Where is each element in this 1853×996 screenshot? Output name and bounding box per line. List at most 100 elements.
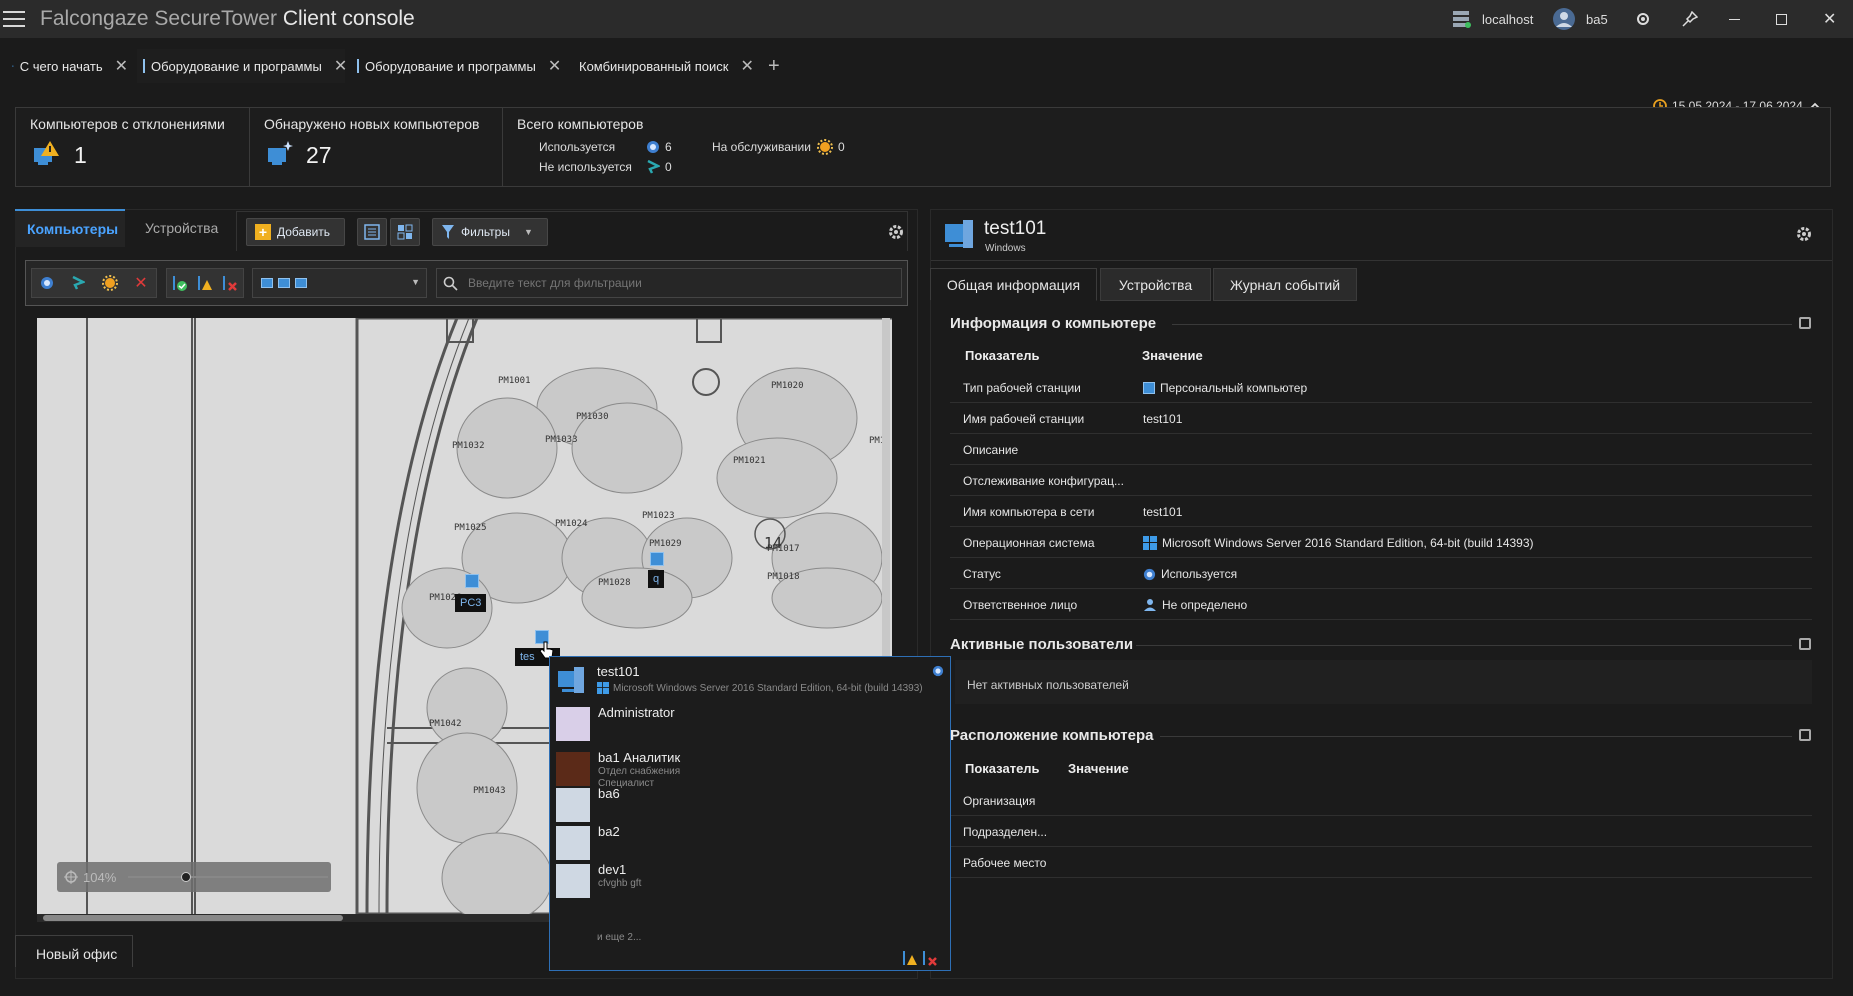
pin-button[interactable] xyxy=(1682,0,1698,38)
room-label: PM1001 xyxy=(498,376,531,386)
windows-icon xyxy=(597,682,609,694)
minimize-button[interactable] xyxy=(1729,0,1740,38)
tab-hardware-1[interactable]: Оборудование и программы ✕ xyxy=(137,49,347,83)
info-value: Персональный компьютер xyxy=(1143,381,1307,395)
section-title-active-users: Активные пользователи xyxy=(950,636,1134,653)
popup-user-name: ba6 xyxy=(598,786,620,801)
search-input[interactable] xyxy=(466,275,901,291)
scroll-thumb[interactable] xyxy=(43,915,343,921)
info-row: Статус Используется xyxy=(950,558,1812,589)
zoom-slider-handle[interactable] xyxy=(181,872,191,882)
gear-icon[interactable] xyxy=(1795,225,1813,243)
warning-icon xyxy=(903,951,917,965)
tab-strip: С чего начать ✕ Оборудование и программы… xyxy=(0,49,1853,83)
server-type-icon xyxy=(295,278,307,288)
tab-label: Оборудование и программы xyxy=(365,58,536,74)
room-label: PM1030 xyxy=(576,412,609,422)
tab-getting-started[interactable]: С чего начать ✕ xyxy=(6,49,134,83)
close-tab-icon[interactable]: ✕ xyxy=(334,56,347,76)
add-button[interactable]: + Добавить xyxy=(246,218,345,246)
list-view-button[interactable] xyxy=(357,218,387,246)
person-unknown-icon xyxy=(1144,599,1156,611)
popup-user-name: ba2 xyxy=(598,824,620,839)
gear-icon[interactable] xyxy=(887,223,905,241)
location-row: Подразделен... xyxy=(950,816,1812,847)
tab-label: Комбинированный поиск xyxy=(579,58,729,74)
info-value-text: Не определено xyxy=(1162,598,1248,612)
not-used-filter-icon[interactable] xyxy=(71,276,85,290)
tab-event-log[interactable]: Журнал событий xyxy=(1213,268,1357,301)
copy-icon[interactable] xyxy=(1799,317,1811,329)
tab-devices-right[interactable]: Устройства xyxy=(1100,268,1211,301)
tab-devices[interactable]: Устройства xyxy=(133,209,230,247)
tab-computers[interactable]: Компьютеры xyxy=(15,209,125,247)
summary-title: Компьютеров с отклонениями xyxy=(30,116,225,132)
popup-more-link[interactable]: и еще 2... xyxy=(597,932,641,943)
in-use-icon xyxy=(647,141,659,153)
room-label: PM1042 xyxy=(429,719,462,729)
avatar-icon xyxy=(1553,8,1575,30)
summary-title: Всего компьютеров xyxy=(517,116,644,132)
tab-hardware-2[interactable]: Оборудование и программы ✕ xyxy=(351,49,561,83)
office-tab[interactable]: Новый офис xyxy=(15,935,133,967)
marker-label: q xyxy=(648,570,665,588)
filters-button[interactable]: Фильтры ▼ xyxy=(432,218,548,246)
in-use-icon xyxy=(932,665,944,677)
user-indicator[interactable]: ba5 xyxy=(1552,0,1608,38)
room-label: 14 xyxy=(764,534,783,552)
summary-deviations[interactable]: Компьютеров с отклонениями 1 xyxy=(16,108,250,186)
room-label: PM1021 xyxy=(733,456,766,466)
error-icon xyxy=(923,951,937,966)
popup-user-department: Отдел снабжения xyxy=(598,766,681,777)
maintenance-filter-icon[interactable] xyxy=(101,275,118,291)
server-indicator[interactable]: localhost xyxy=(1452,0,1533,38)
error-filter-icon[interactable] xyxy=(222,275,238,291)
avatar xyxy=(556,864,590,898)
summary-value: 27 xyxy=(306,142,332,168)
popup-user-name: dev1 xyxy=(598,862,627,877)
tab-general-info[interactable]: Общая информация xyxy=(930,268,1097,301)
tab-label: С чего начать xyxy=(19,58,103,74)
chevron-down-icon[interactable]: ▼ xyxy=(524,227,533,237)
tab-combined-search[interactable]: Комбинированный поиск ✕ xyxy=(567,49,757,83)
in-use-filter-icon[interactable] xyxy=(40,276,54,290)
summary-new-computers[interactable]: Обнаружено новых компьютеров 27 xyxy=(250,108,503,186)
copy-icon[interactable] xyxy=(1799,638,1811,650)
list-view-icon xyxy=(364,224,380,240)
settings-button[interactable] xyxy=(1635,0,1651,38)
new-tab-button[interactable]: + xyxy=(762,49,792,83)
zoom-control[interactable]: 104% xyxy=(57,862,331,892)
close-window-button[interactable]: ✕ xyxy=(1823,0,1836,38)
close-tab-icon[interactable]: ✕ xyxy=(741,56,754,76)
type-filter-dropdown[interactable]: ▼ xyxy=(252,268,427,298)
info-value-text: Персональный компьютер xyxy=(1160,381,1308,395)
computer-icon xyxy=(558,667,584,693)
map-view-button[interactable] xyxy=(390,218,420,246)
close-tab-icon[interactable]: ✕ xyxy=(548,56,561,76)
computer-os-short: Windows xyxy=(985,243,1026,254)
info-row: Имя рабочей станции test101 xyxy=(950,403,1812,434)
location-key: Рабочее место xyxy=(963,856,1047,870)
filter-search xyxy=(436,268,902,298)
menu-icon[interactable] xyxy=(0,8,26,30)
location-row: Рабочее место xyxy=(950,847,1812,878)
info-row: Отслеживание конфигурац... xyxy=(950,465,1812,496)
room-label: PM1025 xyxy=(454,523,487,533)
zoom-track[interactable] xyxy=(128,876,328,878)
room-label: PM1033 xyxy=(545,435,578,445)
plus-icon: + xyxy=(768,54,780,77)
warning-filter-icon[interactable] xyxy=(197,275,213,291)
status-filter-group: ✕ xyxy=(31,268,157,298)
no-active-users-text: Нет активных пользователей xyxy=(955,660,1812,704)
computer-tooltip-popup[interactable]: test101 Microsoft Windows Server 2016 St… xyxy=(549,656,951,971)
chevron-down-icon: ▼ xyxy=(411,277,420,287)
removed-filter-icon[interactable]: ✕ xyxy=(134,273,147,293)
room-label: PM1020 xyxy=(771,381,804,391)
close-tab-icon[interactable]: ✕ xyxy=(115,56,128,76)
close-icon: ✕ xyxy=(1823,11,1837,28)
ok-filter-icon[interactable] xyxy=(172,275,188,291)
copy-icon[interactable] xyxy=(1799,729,1811,741)
computer-icon xyxy=(143,59,145,73)
avatar xyxy=(556,707,590,741)
maximize-button[interactable] xyxy=(1776,0,1787,38)
